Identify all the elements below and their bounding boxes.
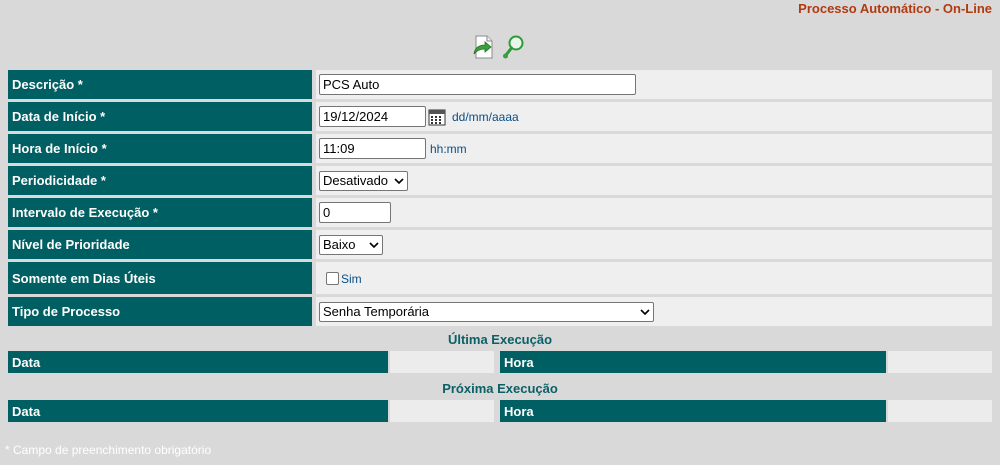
calendar-icon[interactable] [428, 108, 446, 126]
prioridade-select[interactable]: Baixo [319, 234, 383, 255]
dias-uteis-cell: Sim [316, 262, 992, 294]
chevron-down-icon [369, 241, 379, 248]
proxima-execucao-title: Próxima Execução [442, 381, 558, 396]
date-format-hint: dd/mm/aaaa [452, 109, 519, 124]
required-fields-note: * Campo de preenchimento obrigatório [5, 443, 212, 457]
prioridade-selected: Baixo [323, 237, 356, 252]
intervalo-label: Intervalo de Execução * [8, 198, 312, 227]
tipo-processo-label: Tipo de Processo [8, 297, 312, 326]
periodicidade-selected: Desativado [323, 173, 389, 188]
ultima-hora-value [888, 351, 992, 373]
dias-uteis-label: Somente em Dias Úteis [8, 262, 312, 294]
prioridade-label: Nível de Prioridade [8, 230, 312, 259]
proxima-hora-value [888, 400, 992, 422]
process-form: Descrição * PCS Auto Data de Início * 19… [8, 70, 992, 422]
forward-page-icon[interactable] [472, 34, 496, 60]
descricao-cell: PCS Auto [316, 70, 992, 99]
chevron-down-icon [640, 308, 650, 315]
intervalo-input[interactable]: 0 [319, 202, 391, 223]
dias-uteis-option-label[interactable]: Sim [341, 272, 362, 286]
search-magnifier-icon[interactable] [502, 34, 526, 60]
toolbar [472, 34, 526, 60]
tipo-processo-selected: Senha Temporária [323, 304, 429, 319]
row-intervalo: Intervalo de Execução * 0 [8, 198, 992, 227]
data-inicio-input[interactable]: 19/12/2024 [319, 106, 426, 127]
proxima-hora-label: Hora [500, 400, 886, 422]
row-data-inicio: Data de Início * 19/12/2024 dd/mm/aaaa [8, 102, 992, 131]
ultima-execucao-title: Última Execução [447, 332, 553, 347]
row-dias-uteis: Somente em Dias Úteis Sim [8, 262, 992, 294]
descricao-input[interactable]: PCS Auto [319, 74, 636, 95]
tipo-processo-select[interactable]: Senha Temporária [319, 301, 654, 322]
hora-inicio-cell: 11:09 hh:mm [316, 134, 992, 163]
data-inicio-cell: 19/12/2024 dd/mm/aaaa [316, 102, 992, 131]
proxima-data-value [390, 400, 494, 422]
chevron-down-icon [394, 177, 404, 184]
row-prioridade: Nível de Prioridade Baixo [8, 230, 992, 259]
page-title: Processo Automático - On-Line [798, 1, 992, 16]
row-descricao: Descrição * PCS Auto [8, 70, 992, 99]
ultima-execucao-row: Data Hora [8, 351, 992, 373]
ultima-data-label: Data [8, 351, 388, 373]
descricao-label: Descrição * [8, 70, 312, 99]
row-hora-inicio: Hora de Início * 11:09 hh:mm [8, 134, 992, 163]
data-inicio-label: Data de Início * [8, 102, 312, 131]
proxima-data-label: Data [8, 400, 388, 422]
row-tipo-processo: Tipo de Processo Senha Temporária [8, 297, 992, 326]
prioridade-cell: Baixo [316, 230, 992, 259]
ultima-data-value [390, 351, 494, 373]
dias-uteis-checkbox[interactable] [326, 271, 339, 285]
periodicidade-cell: Desativado [316, 166, 992, 195]
hora-inicio-label: Hora de Início * [8, 134, 312, 163]
hora-inicio-input[interactable]: 11:09 [319, 138, 426, 159]
ultima-hora-label: Hora [500, 351, 886, 373]
periodicidade-select[interactable]: Desativado [319, 170, 408, 191]
intervalo-cell: 0 [316, 198, 992, 227]
time-format-hint: hh:mm [430, 141, 467, 156]
proxima-execucao-row: Data Hora [8, 400, 992, 422]
tipo-processo-cell: Senha Temporária [316, 297, 992, 326]
row-periodicidade: Periodicidade * Desativado [8, 166, 992, 195]
periodicidade-label: Periodicidade * [8, 166, 312, 195]
